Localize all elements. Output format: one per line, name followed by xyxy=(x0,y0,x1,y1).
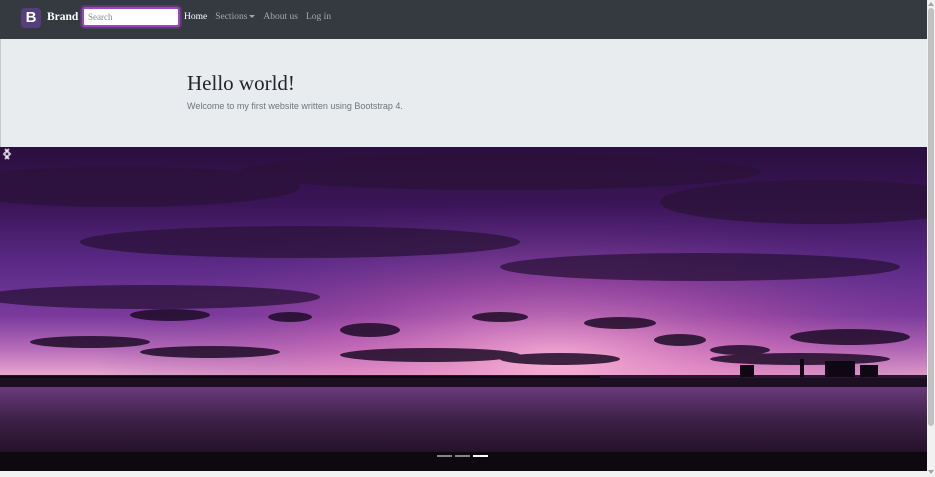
carousel-next-button[interactable] xyxy=(0,147,14,161)
scroll-up-arrow-icon[interactable] xyxy=(928,2,934,6)
scroll-down-arrow-icon[interactable] xyxy=(928,470,934,474)
page-viewport: B Brand Home Sections About us Log in He… xyxy=(0,0,927,477)
carousel-indicator-3[interactable] xyxy=(473,455,488,457)
carousel-indicators xyxy=(437,455,488,457)
nav-links: Home Sections About us Log in xyxy=(184,12,331,22)
scroll-thumb[interactable] xyxy=(928,8,934,426)
nav-link-about-us[interactable]: About us xyxy=(263,12,298,22)
search-input[interactable] xyxy=(82,7,180,27)
carousel-indicator-2[interactable] xyxy=(455,455,470,457)
nav-link-home[interactable]: Home xyxy=(184,12,207,22)
chevron-down-icon xyxy=(249,15,256,19)
carousel xyxy=(0,147,927,471)
navbar: B Brand Home Sections About us Log in xyxy=(0,0,927,39)
nav-link-sections[interactable]: Sections xyxy=(215,12,256,22)
brand-link[interactable]: Brand xyxy=(47,11,78,23)
jumbotron-lead: Welcome to my first website written usin… xyxy=(187,101,403,111)
nav-link-log-in[interactable]: Log in xyxy=(306,12,331,22)
chevron-right-icon xyxy=(4,148,12,160)
jumbotron: Hello world! Welcome to my first website… xyxy=(0,39,927,147)
carousel-slide-image xyxy=(0,147,927,471)
brand-logo[interactable]: B xyxy=(21,8,41,28)
horizontal-scrollbar[interactable] xyxy=(0,471,927,477)
carousel-indicator-1[interactable] xyxy=(437,455,452,457)
page-title: Hello world! xyxy=(187,71,295,95)
vertical-scrollbar[interactable] xyxy=(927,0,935,477)
nav-link-sections-label: Sections xyxy=(215,12,248,22)
